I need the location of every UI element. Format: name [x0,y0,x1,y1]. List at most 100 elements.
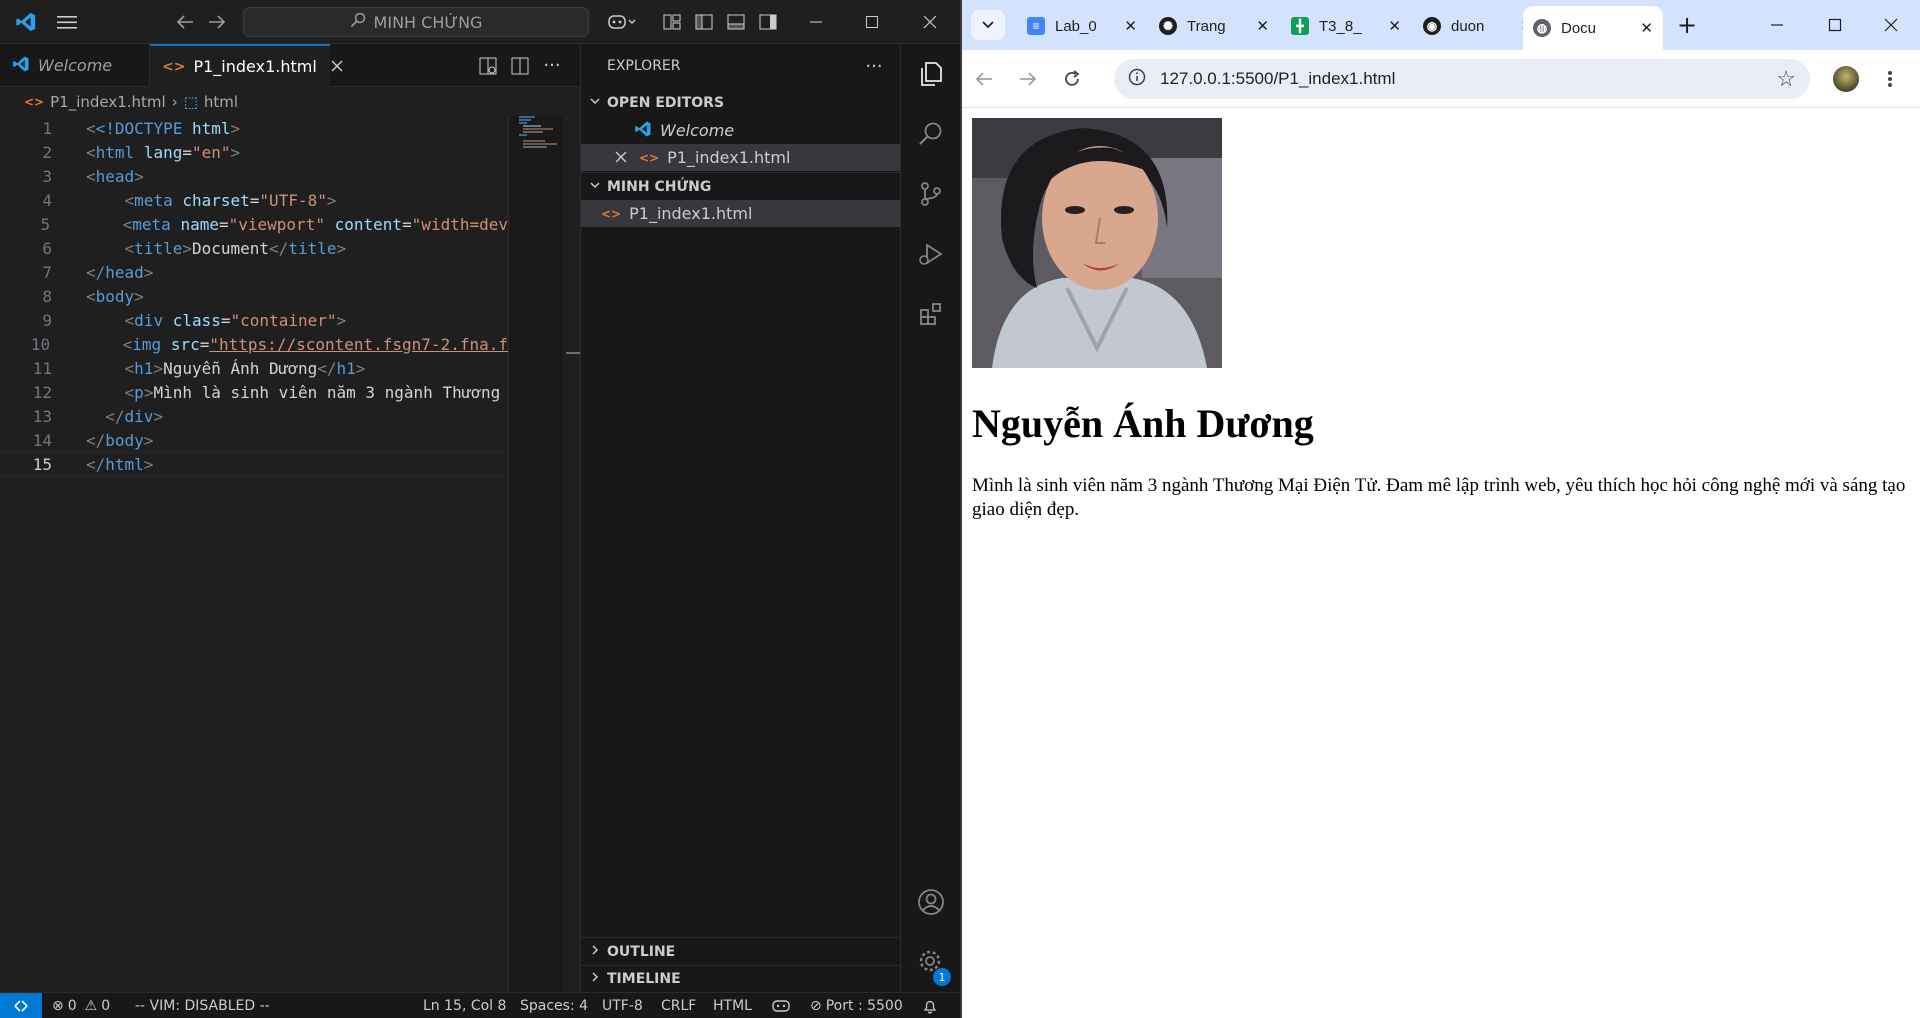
timeline-header[interactable]: TIMELINE [581,965,901,992]
explorer-more-icon[interactable]: ··· [859,44,889,88]
profile-photo [972,118,1222,368]
close-tab-icon[interactable]: ✕ [1640,19,1653,37]
code-line: 12 <p>Mình là sinh viên năm 3 ngành Thươ… [32,382,501,402]
search-icon[interactable] [901,104,960,164]
vscode-window: MINH CHỨNG Welcome <> P1_index1.html ···… [0,0,960,1018]
close-window-icon[interactable] [902,0,958,44]
vscode-logo-icon [8,0,44,44]
google-docs-icon: ≡ [1027,17,1045,35]
code-line: 6 <title>Document</title> [42,238,347,258]
breadcrumb-file[interactable]: P1_index1.html [50,93,166,111]
cursor-position[interactable]: Ln 15, Col 8 [423,993,506,1018]
html-file-icon: <> [601,206,622,221]
back-arrow-icon[interactable] [170,0,200,44]
split-editor-icon[interactable] [506,44,534,87]
close-tab-icon[interactable]: ✕ [1124,17,1137,35]
forward-arrow-icon[interactable] [1006,54,1050,104]
code-line: 11 <h1>Nguyễn Ánh Dương</h1> [32,358,366,378]
eol-status[interactable]: CRLF [661,993,696,1018]
code-line: 2 <html lang="en"> [42,142,241,162]
maximize-icon[interactable] [844,0,900,44]
close-tab-icon[interactable]: ✕ [1256,17,1269,35]
page-heading: Nguyễn Ánh Dương [972,401,1314,446]
back-arrow-icon[interactable] [962,54,1006,104]
toggle-primary-sidebar-icon[interactable] [690,0,718,44]
copilot-icon[interactable] [602,0,642,44]
customize-layout-icon[interactable] [658,0,686,44]
minimize-icon[interactable] [788,0,844,44]
open-editor-item[interactable]: Welcome [581,117,901,144]
copilot-status-icon[interactable] [772,993,790,1018]
address-bar[interactable]: 127.0.0.1:5500/P1_index1.html ☆ [1114,59,1810,99]
command-center-search[interactable]: MINH CHỨNG [243,7,589,37]
chrome-tab-active[interactable]: ◍ Docu ✕ [1523,6,1663,50]
open-editor-item-active[interactable]: <> P1_index1.html [581,144,901,171]
live-server-port[interactable]: ⊘ Port : 5500 [810,993,903,1018]
google-sheets-icon: ╋ [1291,17,1309,35]
scroll-marker [566,352,580,354]
new-tab-icon[interactable]: + [1667,0,1707,50]
file-tree-item[interactable]: <> P1_index1.html [581,200,901,227]
folder-header[interactable]: MINH CHỨNG [581,172,901,200]
maximize-icon[interactable] [1806,0,1864,50]
tab-welcome[interactable]: Welcome [0,44,150,87]
code-line: 14 </body> [32,430,154,450]
github-icon: ◉ [1423,17,1441,35]
code-line: 4 <meta charset="UTF-8"> [42,190,337,210]
indentation-status[interactable]: Spaces: 4 [520,993,588,1018]
error-icon: ⊗ [52,998,64,1014]
settings-gear-icon[interactable]: 1 [901,932,960,992]
encoding-status[interactable]: UTF-8 [602,993,643,1018]
open-editors-header[interactable]: OPEN EDITORS [581,89,901,117]
editor-scrollbar[interactable] [563,116,580,992]
chrome-menu-icon[interactable] [1868,54,1912,104]
vscode-logo-icon [12,55,30,77]
chevron-right-icon [589,944,601,960]
code-line: 7 </head> [42,262,154,282]
close-tab-icon[interactable]: ✕ [1388,17,1401,35]
url-text[interactable]: 127.0.0.1:5500/P1_index1.html [1160,69,1395,89]
explorer-title: EXPLORER [607,58,681,74]
bookmark-star-icon[interactable]: ☆ [1776,66,1796,92]
tab-search-icon[interactable] [966,0,1010,50]
more-actions-icon[interactable]: ··· [538,44,566,87]
chevron-right-icon [589,971,601,987]
minimize-icon[interactable] [1748,0,1806,50]
remote-icon[interactable] [0,993,42,1018]
explorer-icon[interactable] [901,44,960,104]
chrome-tab[interactable]: ╋ T3_8_ ✕ [1281,6,1411,46]
code-editor[interactable]: 1 <<!DOCTYPE html> 2 <html lang="en"> 3 <he… [0,116,508,716]
outline-header[interactable]: OUTLINE [581,937,901,965]
menu-icon[interactable] [52,0,82,44]
breadcrumb-symbol[interactable]: html [204,93,238,111]
open-preview-icon[interactable] [474,44,502,87]
source-control-icon[interactable] [901,164,960,224]
toggle-secondary-sidebar-icon[interactable] [754,0,782,44]
problems-status[interactable]: ⊗ 0 ⚠ 0 [52,993,110,1018]
close-icon[interactable] [615,148,627,167]
close-tab-icon[interactable] [331,57,343,76]
reload-icon[interactable] [1050,54,1094,104]
html-file-icon: <> [24,95,45,109]
vim-status[interactable]: -- VIM: DISABLED -- [135,993,270,1018]
toggle-panel-icon[interactable] [722,0,750,44]
language-mode[interactable]: HTML [713,993,752,1018]
chevron-down-icon [589,179,601,195]
web-page-content: Nguyễn Ánh Dương Mình là sinh viên năm 3… [962,108,1920,1018]
accounts-icon[interactable] [901,872,960,932]
tab-p1-index1[interactable]: <> P1_index1.html [150,44,343,87]
run-debug-icon[interactable] [901,224,960,284]
close-window-icon[interactable] [1862,0,1920,50]
chrome-tab[interactable]: ≡ Lab_0 ✕ [1017,6,1147,46]
warning-icon: ⚠ [84,998,98,1014]
profile-avatar[interactable] [1824,54,1868,104]
chrome-tab[interactable]: ✺ Trang ✕ [1149,6,1279,46]
notifications-bell-icon[interactable] [922,993,938,1018]
editor-tab-bar: Welcome <> P1_index1.html ··· [0,44,580,87]
forward-arrow-icon[interactable] [202,0,232,44]
extensions-icon[interactable] [901,284,960,344]
minimap[interactable] [508,116,563,992]
activity-bar: 1 [900,44,960,992]
code-line: 10 <img src="https://scontent.fsgn7-2.fn… [30,334,508,354]
site-info-icon[interactable] [1128,68,1146,91]
